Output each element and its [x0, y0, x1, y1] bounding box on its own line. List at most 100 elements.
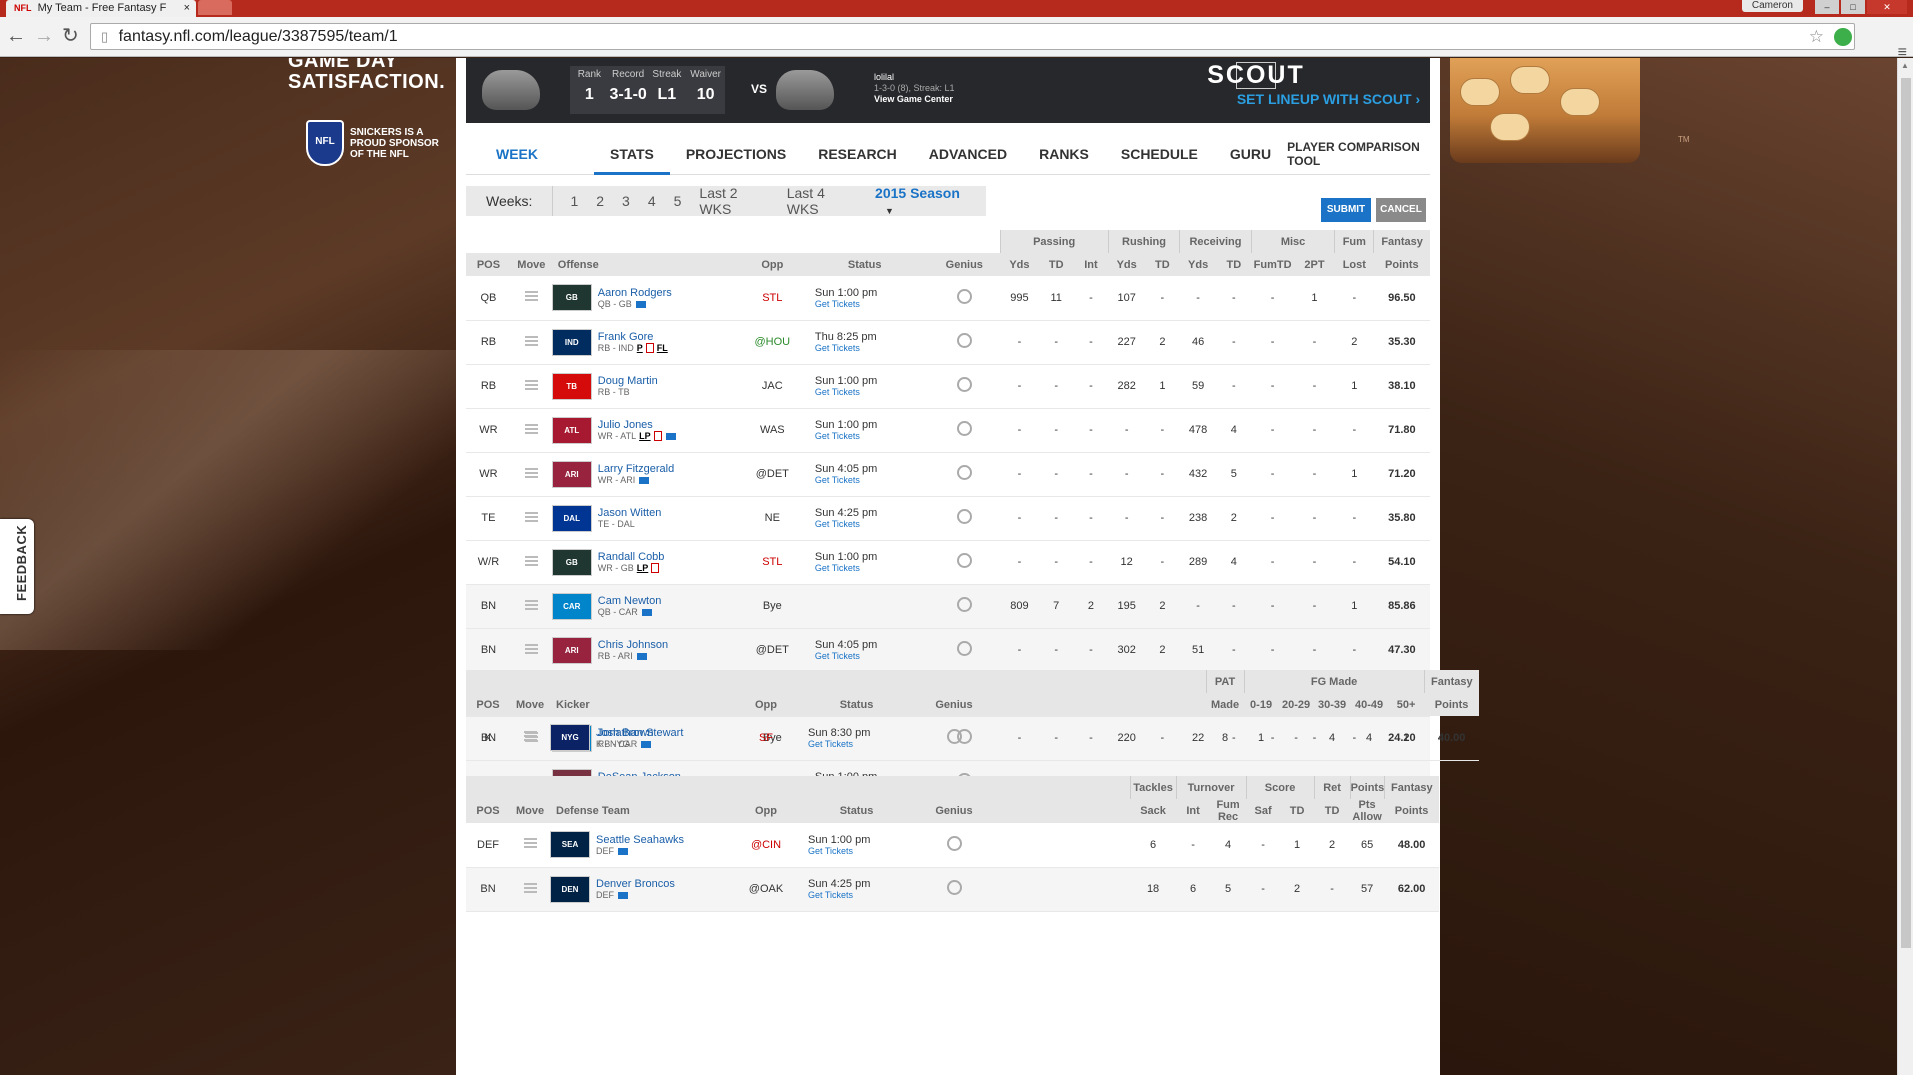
player-name-link[interactable]: Cam Newton	[598, 595, 662, 607]
week-filter-3[interactable]: 3	[613, 193, 639, 209]
player-note-icon[interactable]	[653, 431, 662, 442]
game-center-link[interactable]: View Game Center	[874, 94, 955, 105]
week-selector[interactable]: WEEK 5 ▼	[466, 133, 574, 204]
cancel-button[interactable]: CANCEL	[1376, 198, 1426, 222]
promo-headline[interactable]: GAME DAY SATISFACTION.	[288, 58, 445, 94]
player-name-link[interactable]: Julio Jones	[598, 419, 676, 431]
move-handle-icon[interactable]	[523, 731, 537, 742]
player-name-link[interactable]: Chris Johnson	[598, 639, 668, 651]
player-note-icon[interactable]	[645, 343, 654, 354]
player-name-link[interactable]: Larry Fitzgerald	[598, 463, 674, 475]
genius-icon[interactable]	[956, 509, 972, 524]
video-icon[interactable]	[639, 477, 650, 485]
video-icon[interactable]	[618, 847, 628, 855]
genius-icon[interactable]	[946, 728, 962, 744]
video-icon[interactable]	[635, 300, 646, 308]
sponsor-badge[interactable]: NFL SNICKERS IS A PROUD SPONSOR OF THE N…	[306, 120, 441, 166]
move-handle-icon[interactable]	[523, 882, 537, 893]
tab-guru[interactable]: GURU	[1214, 133, 1287, 175]
get-tickets-link[interactable]: Get Tickets	[808, 890, 919, 900]
video-icon[interactable]	[641, 609, 652, 617]
tab-ranks[interactable]: RANKS	[1023, 133, 1105, 175]
tab-research[interactable]: RESEARCH	[802, 133, 913, 175]
get-tickets-link[interactable]: Get Tickets	[815, 431, 929, 441]
submit-button[interactable]: SUBMIT	[1321, 198, 1371, 222]
get-tickets-link[interactable]: Get Tickets	[808, 846, 919, 856]
scrollbar-thumb[interactable]	[1901, 78, 1911, 948]
player-name-link[interactable]: Aaron Rodgers	[598, 287, 672, 299]
feedback-tab[interactable]: FEEDBACK	[0, 519, 34, 614]
move-handle-icon[interactable]	[524, 423, 538, 434]
genius-icon[interactable]	[956, 465, 972, 480]
opponent-name[interactable]: lolilal	[874, 72, 955, 83]
tab-advanced[interactable]: ADVANCED	[913, 133, 1023, 175]
video-icon[interactable]	[665, 432, 676, 440]
genius-icon[interactable]	[946, 880, 962, 895]
get-tickets-link[interactable]: Get Tickets	[808, 739, 919, 749]
scout-cta[interactable]: SET LINEUP WITH SCOUT ›	[1236, 91, 1421, 107]
tab-stats[interactable]: STATS	[594, 133, 670, 175]
scroll-up-icon[interactable]: ▲	[1901, 61, 1909, 70]
get-tickets-link[interactable]: Get Tickets	[815, 651, 929, 661]
get-tickets-link[interactable]: Get Tickets	[815, 475, 929, 485]
move-handle-icon[interactable]	[524, 511, 538, 522]
bookmark-star-icon[interactable]: ☆	[1809, 24, 1824, 49]
get-tickets-link[interactable]: Get Tickets	[815, 519, 929, 529]
move-handle-icon[interactable]	[524, 643, 538, 654]
close-tab-icon[interactable]: ×	[184, 0, 190, 16]
extension-icon[interactable]	[1834, 28, 1852, 46]
player-name-link[interactable]: Jason Witten	[598, 507, 662, 519]
scout-promo[interactable]: SCOUT SET LINEUP WITH SCOUT ›	[1207, 61, 1421, 107]
move-handle-icon[interactable]	[524, 599, 538, 610]
week-filter-last4[interactable]: Last 4 WKS	[778, 185, 865, 217]
genius-icon[interactable]	[956, 377, 972, 392]
move-handle-icon[interactable]	[524, 291, 538, 302]
snickers-ad-image[interactable]	[1450, 58, 1640, 163]
profile-button[interactable]: Cameron	[1741, 0, 1803, 12]
move-handle-icon[interactable]	[524, 555, 538, 566]
get-tickets-link[interactable]: Get Tickets	[815, 299, 929, 309]
genius-icon[interactable]	[946, 835, 962, 851]
address-bar[interactable]: ▯ fantasy.nfl.com/league/3387595/team/1 …	[90, 23, 1855, 50]
browser-tab[interactable]: NFL My Team - Free Fantasy F ×	[6, 0, 196, 17]
genius-icon[interactable]	[956, 288, 972, 304]
genius-icon[interactable]	[956, 597, 972, 612]
move-handle-icon[interactable]	[524, 335, 538, 346]
genius-icon[interactable]	[956, 553, 972, 568]
maximize-icon[interactable]: □	[1841, 0, 1865, 14]
tab-projections[interactable]: PROJECTIONS	[670, 133, 802, 175]
week-filter-last2[interactable]: Last 2 WKS	[690, 185, 777, 217]
get-tickets-link[interactable]: Get Tickets	[815, 387, 929, 397]
get-tickets-link[interactable]: Get Tickets	[815, 563, 929, 573]
player-name-link[interactable]: Doug Martin	[598, 375, 658, 387]
genius-icon[interactable]	[956, 421, 972, 436]
week-filter-1[interactable]: 1	[561, 193, 587, 209]
tab-schedule[interactable]: SCHEDULE	[1105, 133, 1214, 175]
genius-icon[interactable]	[956, 641, 972, 656]
player-name-link[interactable]: Seattle Seahawks	[596, 834, 684, 846]
video-icon[interactable]	[636, 653, 647, 661]
move-handle-icon[interactable]	[523, 838, 537, 849]
get-tickets-link[interactable]: Get Tickets	[815, 343, 929, 353]
new-tab-button[interactable]	[198, 0, 232, 15]
move-handle-icon[interactable]	[524, 379, 538, 390]
week-filter-5[interactable]: 5	[665, 193, 691, 209]
page-scrollbar[interactable]: ▲	[1897, 58, 1913, 1075]
genius-icon[interactable]	[956, 333, 972, 348]
player-name-link[interactable]: Josh Brown	[596, 727, 653, 739]
week-filter-2[interactable]: 2	[587, 193, 613, 209]
reload-icon[interactable]: ↻	[62, 26, 79, 46]
week-filter-4[interactable]: 4	[639, 193, 665, 209]
video-icon[interactable]	[618, 892, 628, 900]
move-handle-icon[interactable]	[524, 467, 538, 478]
player-name-link[interactable]: Frank Gore	[598, 331, 668, 343]
player-note-icon[interactable]	[651, 563, 660, 574]
forward-icon[interactable]: →	[34, 26, 54, 46]
back-icon[interactable]: ←	[6, 26, 26, 46]
player-name-link[interactable]: Denver Broncos	[596, 878, 675, 890]
player-comparison-link[interactable]: PLAYER COMPARISON TOOL	[1287, 140, 1430, 168]
minimize-icon[interactable]: –	[1815, 0, 1839, 14]
season-selector[interactable]: 2015 Season ▼	[865, 185, 986, 217]
close-window-icon[interactable]: ✕	[1867, 0, 1907, 14]
player-name-link[interactable]: Randall Cobb	[598, 551, 665, 563]
